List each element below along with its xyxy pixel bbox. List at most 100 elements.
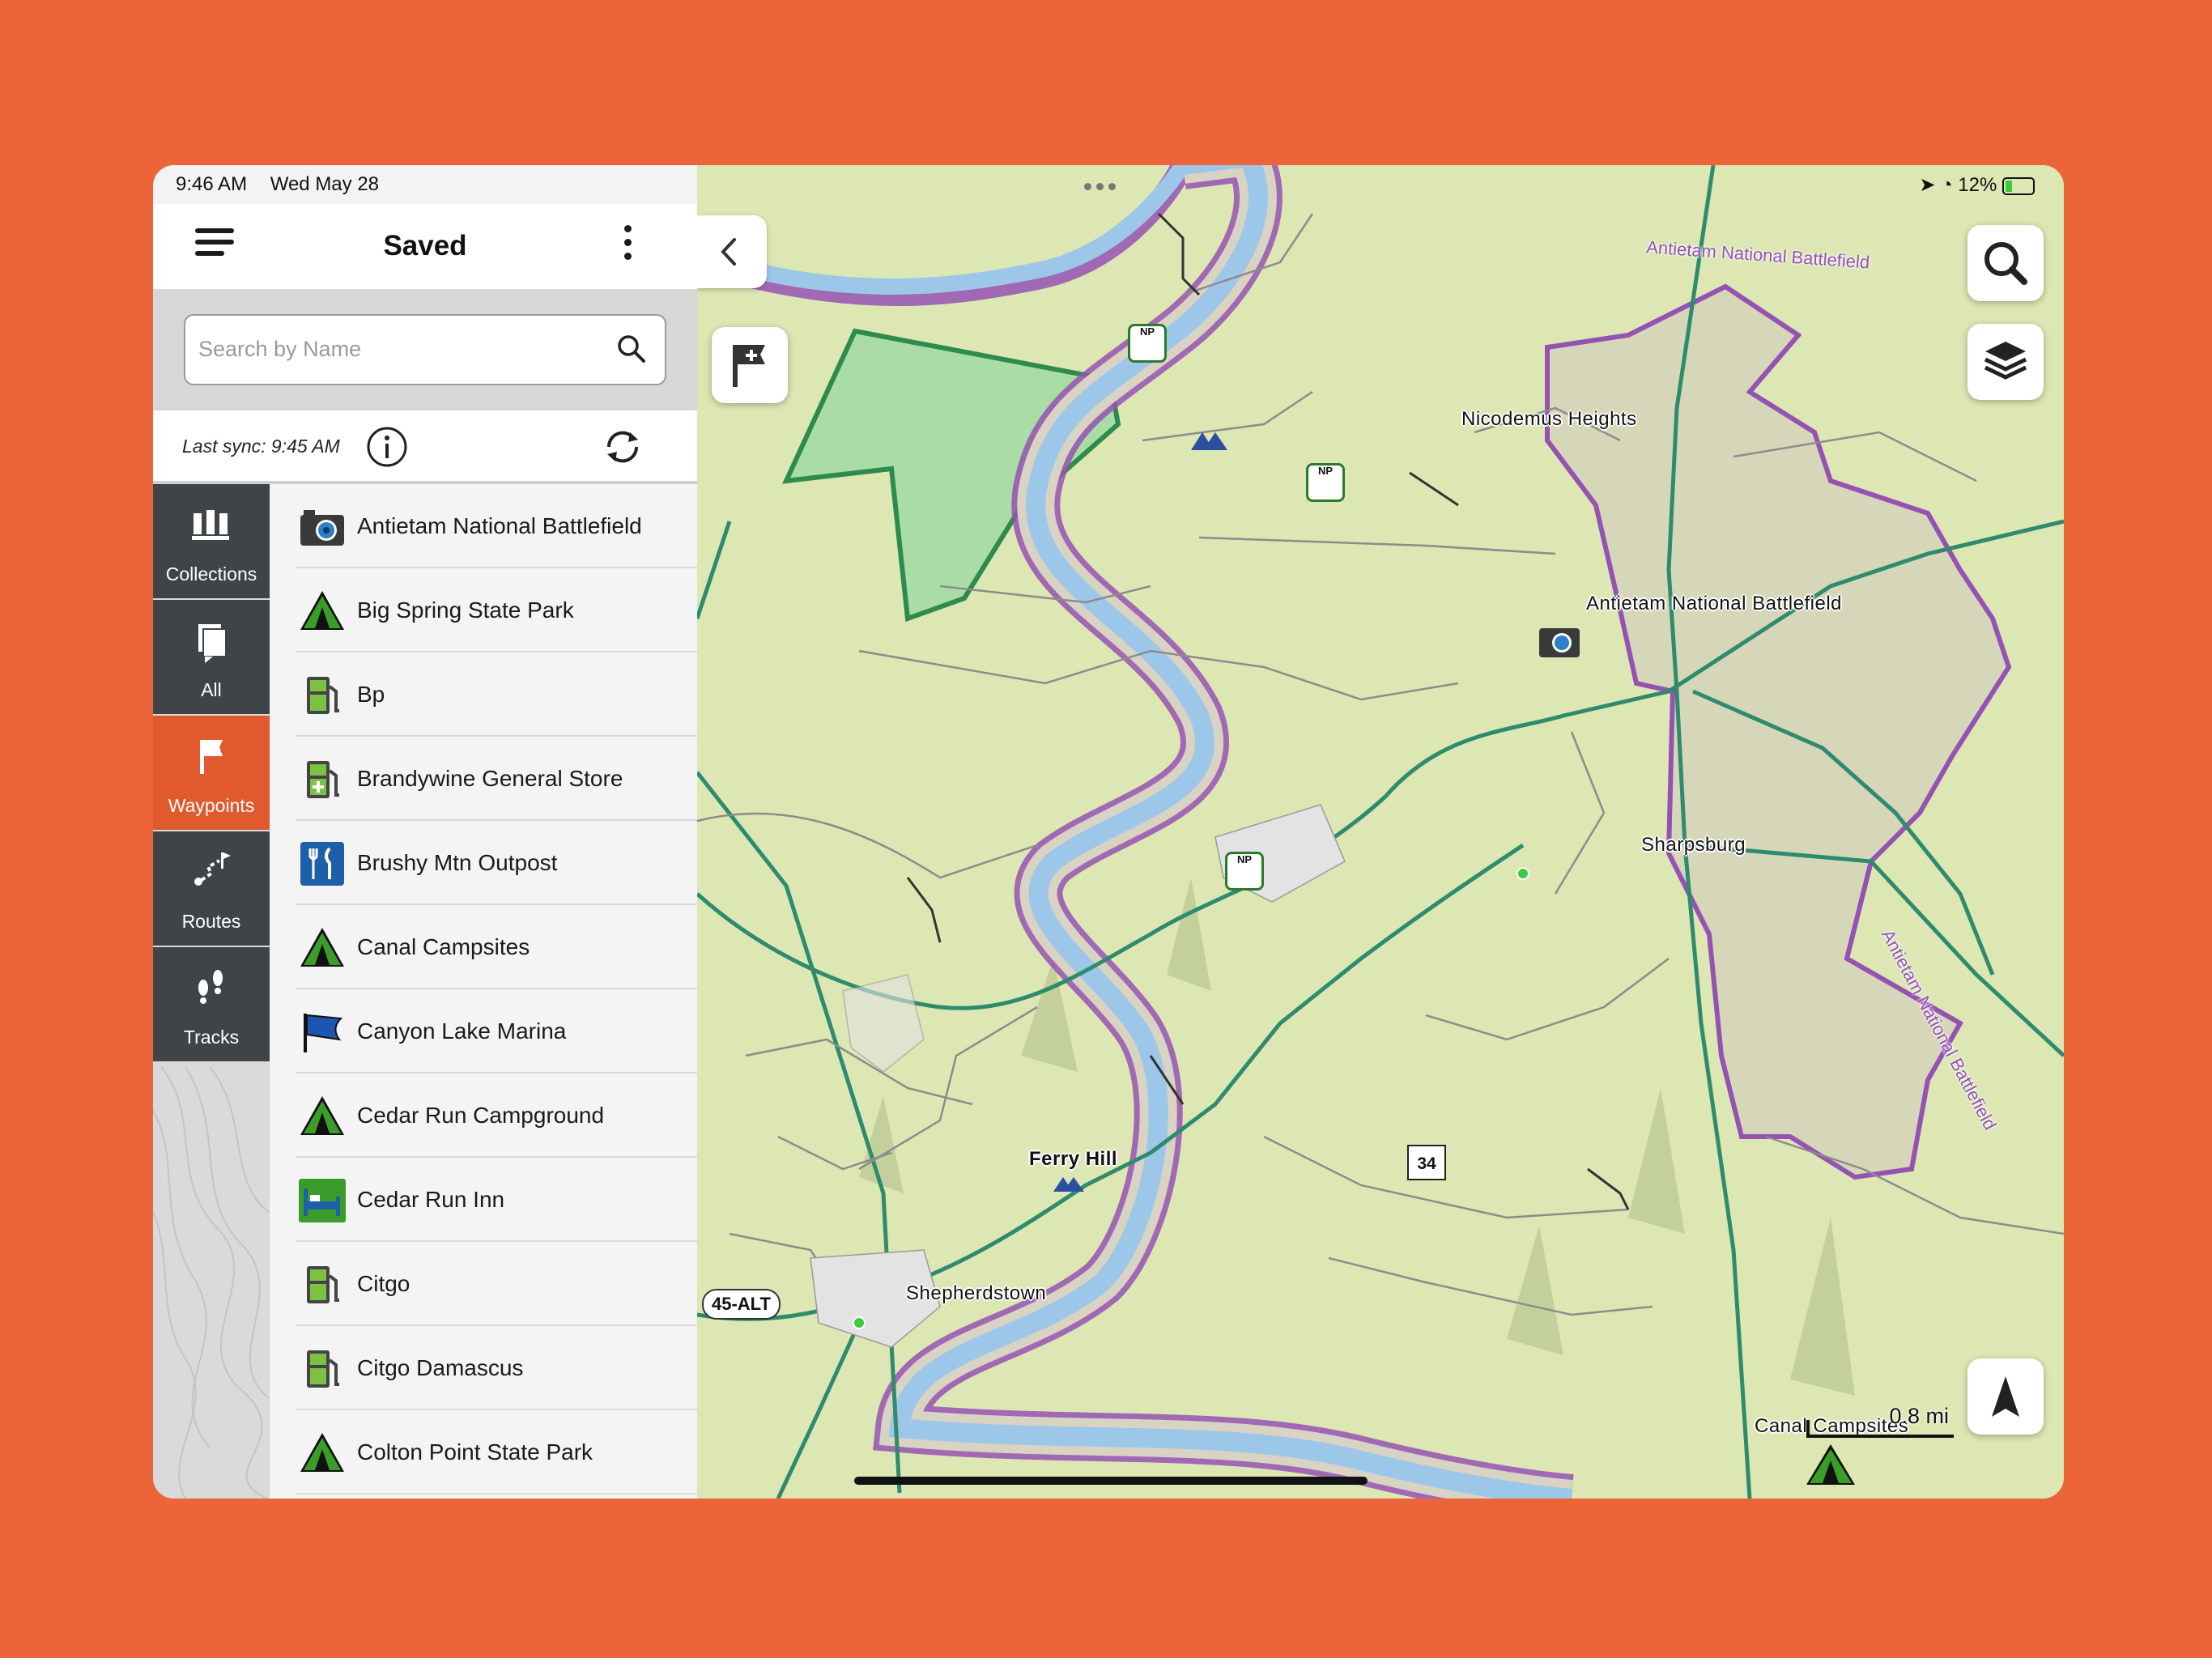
status-time: 9:46 AM (176, 173, 248, 195)
add-flag-icon (733, 345, 765, 387)
list-item[interactable]: Antietam National Battlefield (270, 484, 697, 568)
mountain-peak-icon (1191, 432, 1227, 450)
more-options-icon[interactable] (624, 225, 634, 266)
list-item[interactable]: Colton Point State Park (270, 1410, 697, 1494)
np-label: NP (1139, 325, 1155, 338)
fuel-store-icon (307, 761, 339, 798)
location-arrow-icon: ➤ (1919, 174, 1936, 196)
map-layers-button[interactable] (1967, 324, 2044, 400)
marina-flag-icon (304, 1014, 343, 1052)
panel-header: Saved (153, 204, 697, 289)
waypoint-name: Big Spring State Park (357, 597, 574, 623)
list-item[interactable]: Cedar Run Inn (270, 1158, 697, 1242)
waypoint-name: Cedar Run Campground (357, 1103, 605, 1128)
waypoint-name: Canyon Lake Marina (357, 1018, 567, 1044)
place-label-ferry-hill: Ferry Hill (1029, 1148, 1118, 1170)
fuel-icon (307, 677, 339, 714)
tent-icon (300, 591, 344, 630)
info-icon[interactable] (365, 425, 409, 473)
tab-tracks[interactable]: Tracks (153, 947, 270, 1061)
tent-icon (300, 1096, 344, 1135)
list-item[interactable]: Brandywine General Store (270, 737, 697, 821)
list-item[interactable]: Brushy Mtn Outpost (270, 821, 697, 905)
ipad-screen: 9:46 AM Wed May 28 Saved Last sync: 9:45… (153, 165, 2064, 1499)
waypoint-name: Cedar Run Inn (357, 1187, 505, 1212)
all-icon (198, 624, 227, 663)
route-shield-45-alt: 45-ALT (702, 1289, 781, 1320)
waypoint-name: Citgo Damascus (357, 1355, 524, 1380)
list-item[interactable]: Canyon Lake Marina (270, 989, 697, 1073)
list-item[interactable]: Cedar Run Campground (270, 1073, 697, 1158)
fuel-icon (307, 1350, 339, 1388)
waypoint-name: Brandywine General Store (357, 766, 623, 791)
waypoint-name: Bp (357, 682, 385, 707)
navigation-arrow-icon (1992, 1376, 2019, 1417)
map-view[interactable]: NP NP NP Antietam National Battlefield A… (697, 165, 2064, 1499)
list-item[interactable]: Citgo (270, 1242, 697, 1326)
place-label-nicodemus: Nicodemus Heights (1461, 408, 1637, 430)
search-icon[interactable] (616, 334, 647, 368)
fuel-icon (307, 1266, 339, 1303)
place-label-antietam: Antietam National Battlefield (1586, 593, 1842, 614)
saved-panel: 9:46 AM Wed May 28 Saved Last sync: 9:45… (153, 165, 697, 1499)
add-waypoint-button[interactable] (712, 327, 788, 403)
np-campsite-icon[interactable]: NP (1128, 324, 1167, 363)
battery-icon (2002, 176, 2035, 195)
waypoint-name: Colton Point State Park (357, 1439, 593, 1465)
last-sync-text: Last sync: 9:45 AM (182, 436, 340, 457)
tent-icon (300, 1433, 344, 1472)
scale-text: 0.8 mi (1889, 1404, 1949, 1428)
chevron-left-icon (721, 238, 736, 266)
tab-label: All (201, 679, 222, 700)
np-campsite-icon[interactable]: NP (1225, 852, 1264, 891)
page-title: Saved (383, 230, 467, 261)
route-icon (194, 852, 231, 886)
waypoint-name: Citgo (357, 1271, 410, 1296)
collapse-panel-button[interactable] (697, 215, 767, 288)
map-search-button[interactable] (1967, 225, 2044, 301)
tab-label: Routes (181, 911, 241, 932)
waypoint-name: Brushy Mtn Outpost (357, 850, 558, 875)
waypoint-list: Antietam National Battlefield Big Spring… (270, 484, 697, 1499)
route-shield-34: 34 (1407, 1145, 1446, 1180)
search-area (153, 289, 697, 410)
flag-icon (200, 740, 223, 774)
waypoint-name: Antietam National Battlefield (357, 513, 642, 538)
category-tabbar: Collections All Waypoints Routes Tracks (153, 484, 270, 1499)
waypoint-name: Canal Campsites (357, 934, 530, 959)
sync-row: Last sync: 9:45 AM (153, 410, 697, 485)
tab-all[interactable]: All (153, 600, 270, 714)
camera-icon (300, 510, 344, 546)
lodging-icon (299, 1179, 346, 1222)
tent-icon (300, 928, 344, 967)
home-indicator[interactable] (854, 1477, 1368, 1485)
recenter-location-button[interactable] (1967, 1358, 2044, 1435)
np-label: NP (1236, 853, 1253, 865)
list-item[interactable]: Canal Campsites (270, 905, 697, 989)
tab-collections[interactable]: Collections (153, 484, 270, 598)
search-box[interactable] (184, 314, 666, 385)
layers-icon (1984, 342, 2027, 380)
np-label: NP (1317, 465, 1334, 477)
battery-percent: 12% (1958, 174, 1997, 196)
tab-waypoints[interactable]: Waypoints (153, 716, 270, 830)
list-item[interactable]: Citgo Damascus (270, 1326, 697, 1410)
map-scale: 0.8 mi (1806, 1404, 1954, 1438)
tab-label: Waypoints (168, 795, 255, 816)
place-label-shepherdstown: Shepherdstown (906, 1282, 1047, 1304)
search-icon (1984, 242, 2027, 285)
collections-icon (192, 510, 229, 540)
wifi-icon: ◔ (1941, 174, 1953, 196)
list-item[interactable]: Bp (270, 653, 697, 737)
place-label-sharpsburg: Sharpsburg (1641, 834, 1746, 856)
refresh-sync-icon[interactable] (601, 425, 644, 473)
list-item[interactable]: Big Spring State Park (270, 568, 697, 653)
np-campsite-icon[interactable]: NP (1306, 463, 1345, 502)
search-input[interactable] (197, 330, 605, 368)
tab-label: Collections (165, 563, 257, 585)
multitasking-dots[interactable] (1084, 180, 1121, 194)
status-date: Wed May 28 (270, 173, 380, 195)
status-bar-left: 9:46 AM Wed May 28 (176, 173, 397, 196)
status-bar-right: ➤ ◔ 12% (1919, 173, 2035, 197)
tab-routes[interactable]: Routes (153, 831, 270, 946)
